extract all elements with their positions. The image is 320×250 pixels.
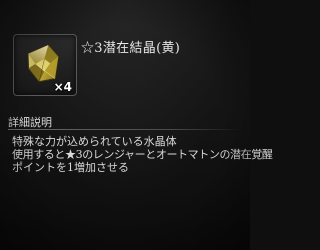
description-line: ポイントを1増加させる	[12, 161, 129, 174]
item-slot[interactable]: ×4	[13, 34, 77, 96]
item-count: ×4	[53, 80, 72, 94]
details-heading: 詳細説明	[8, 116, 52, 129]
item-detail-panel: ×4 ☆3潜在結晶(黄) 詳細説明 特殊な力が込められている水晶体 使用すると★…	[0, 0, 273, 250]
divider	[8, 129, 242, 130]
item-name: ☆3潜在結晶(黄)	[81, 41, 181, 56]
